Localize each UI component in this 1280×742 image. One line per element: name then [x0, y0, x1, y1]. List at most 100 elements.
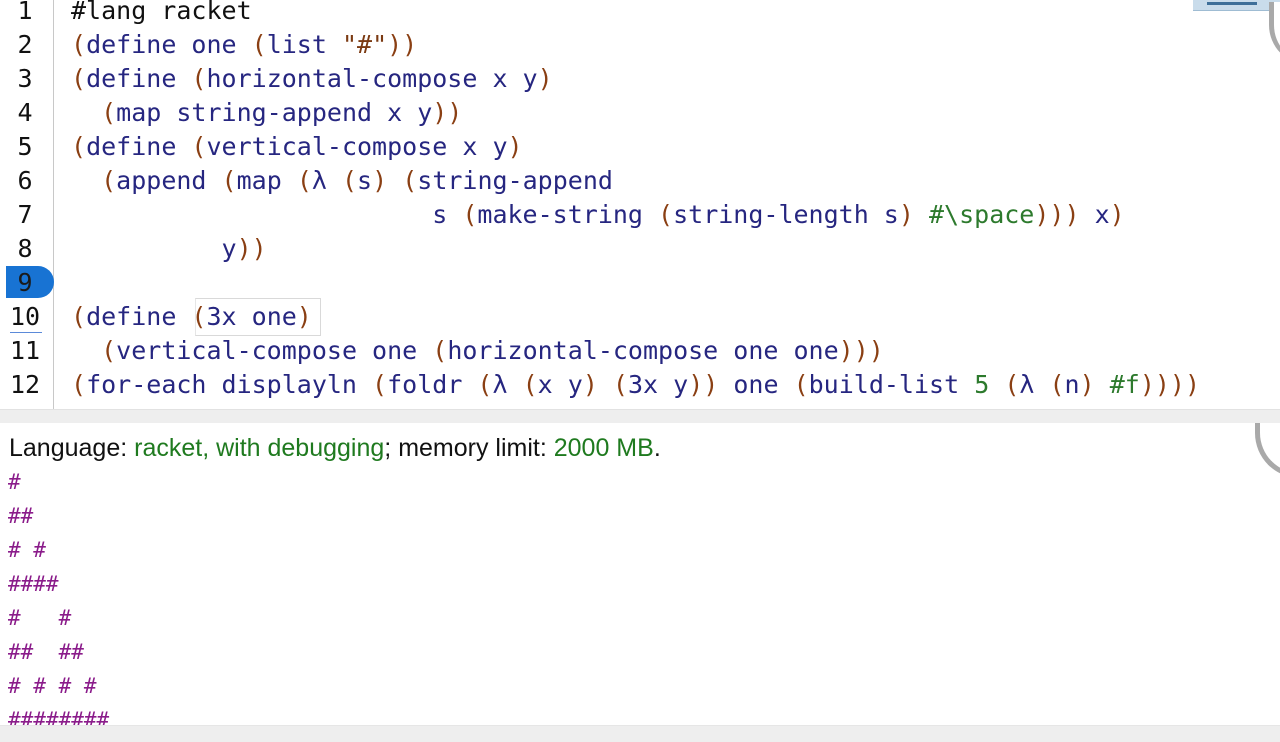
code-token: build-list: [808, 370, 975, 399]
window-corner: [1269, 2, 1280, 65]
code-token: define one: [86, 30, 252, 59]
code-token: (: [296, 166, 312, 195]
code-token: λ: [1019, 370, 1050, 399]
code-token: ) (: [582, 370, 628, 399]
line-number[interactable]: 12: [0, 368, 50, 402]
line-number[interactable]: 10: [0, 300, 50, 334]
code-token: x: [1094, 200, 1110, 229]
line-number[interactable]: 8: [0, 232, 50, 266]
line-number[interactable]: 2: [0, 28, 50, 62]
code-token: vertical-compose one: [116, 336, 433, 365]
line-number[interactable]: 4: [0, 96, 50, 130]
code-token: s: [71, 200, 463, 229]
code-token: (: [71, 64, 87, 93]
code-token: ): [537, 64, 553, 93]
code-line[interactable]: (define (3x one): [71, 300, 312, 334]
code-token: (: [372, 370, 388, 399]
code-line[interactable]: (append (map (λ (s) (string-append: [71, 164, 613, 198]
window-thumbnail: [1193, 0, 1280, 11]
code-token: ): [1109, 200, 1125, 229]
code-token: ))): [838, 336, 884, 365]
line-number-gutter[interactable]: 1 2 3 4 5 6 7 8 9 10 11 12: [0, 0, 54, 409]
code-line[interactable]: #lang racket: [71, 0, 252, 28]
code-token: define: [86, 64, 192, 93]
code-token: ): [1079, 370, 1110, 399]
code-token: (: [101, 98, 117, 127]
code-token: for-each displayln: [86, 370, 373, 399]
code-token: #lang racket: [71, 0, 252, 25]
code-line[interactable]: (for-each displayln (foldr (λ (x y) (3x …: [71, 368, 1200, 402]
code-token: y: [71, 234, 237, 263]
code-token: ): [296, 302, 312, 331]
language-status-line: Language: racket, with debugging; memory…: [9, 431, 661, 465]
period: .: [653, 434, 661, 462]
code-token: ))): [1034, 200, 1095, 229]
code-token: (: [432, 336, 448, 365]
code-token: (: [101, 166, 117, 195]
code-token: )): [236, 234, 267, 263]
output-line: ####: [8, 572, 59, 596]
code-token: one: [733, 370, 794, 399]
status-bar: [0, 725, 1280, 742]
code-token: )): [432, 98, 463, 127]
language-value: racket, with debugging: [134, 434, 385, 462]
code-token: (: [71, 132, 87, 161]
line-number[interactable]: 5: [0, 130, 50, 164]
code-token: )): [688, 370, 734, 399]
output-line: ##: [8, 504, 34, 528]
code-token: (: [191, 132, 207, 161]
code-line[interactable]: (define one (list "#")): [71, 28, 417, 62]
code-line[interactable]: (define (horizontal-compose x y): [71, 62, 553, 96]
code-token: x y: [537, 370, 583, 399]
code-line[interactable]: (vertical-compose one (horizontal-compos…: [71, 334, 884, 368]
code-token: string-append: [417, 166, 613, 195]
code-token: ): [898, 200, 929, 229]
code-token: (: [341, 166, 358, 195]
code-token: (: [221, 166, 237, 195]
code-token: ): [507, 132, 523, 161]
code-token: (: [191, 64, 207, 93]
interactions-pane[interactable]: Language: racket, with debugging; memory…: [0, 423, 1280, 725]
line-number[interactable]: 7: [0, 198, 50, 232]
code-token: s: [357, 166, 373, 195]
output-line: # #: [8, 538, 46, 562]
code-token: (: [658, 200, 674, 229]
definitions-editor[interactable]: 1 2 3 4 5 6 7 8 9 10 11 12 #lang racket (define one …: [0, 0, 1280, 409]
code-token: (: [1049, 370, 1065, 399]
memory-value: 2000 MB: [553, 434, 654, 462]
line-number[interactable]: 9: [0, 266, 50, 300]
code-token: )): [387, 30, 418, 59]
code-line[interactable]: s (make-string (string-length s) #\space…: [71, 198, 1125, 232]
code-token: λ: [492, 370, 523, 399]
line-number[interactable]: 3: [0, 62, 50, 96]
code-token: (: [522, 370, 538, 399]
code-token: horizontal-compose x y: [206, 64, 538, 93]
code-token: vertical-compose x y: [206, 132, 508, 161]
code-token: horizontal-compose one one: [447, 336, 839, 365]
code-token: (: [71, 30, 87, 59]
code-token: ) (: [372, 166, 418, 195]
code-token: (: [101, 336, 117, 365]
line-number[interactable]: 11: [0, 334, 50, 368]
code-token: make-string: [477, 200, 659, 229]
code-line[interactable]: (map string-append x y)): [71, 96, 462, 130]
code-token: n: [1064, 370, 1080, 399]
line-number[interactable]: 1: [0, 0, 50, 28]
code-token: #f: [1109, 370, 1140, 399]
code-token: 3x one: [206, 302, 297, 331]
code-token: define: [86, 302, 192, 331]
code-token: map: [236, 166, 297, 195]
line-number[interactable]: 6: [0, 164, 50, 198]
code-token: (: [191, 302, 207, 331]
code-line[interactable]: y)): [71, 232, 267, 266]
output-line: # #: [8, 606, 72, 630]
code-token: (: [1004, 370, 1020, 399]
code-token: append: [116, 166, 222, 195]
output-line: ########: [8, 708, 110, 725]
window-corner: [1255, 423, 1280, 478]
code-line[interactable]: (define (vertical-compose x y): [71, 130, 523, 164]
code-token: foldr: [387, 370, 478, 399]
